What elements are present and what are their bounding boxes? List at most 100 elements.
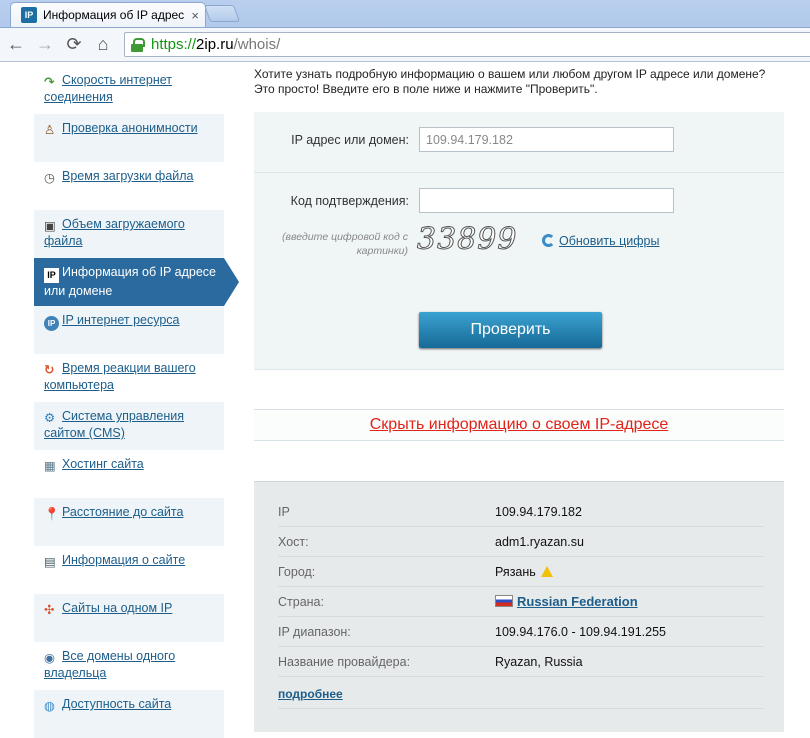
ip-globe-icon: IP (44, 316, 59, 331)
sidebar-item-download-time[interactable]: ◷ Время загрузки файла (34, 162, 224, 210)
refresh-icon (542, 234, 555, 247)
sidebar-item-label[interactable]: Проверка анонимности (62, 121, 198, 135)
russia-flag-icon (495, 595, 513, 607)
result-value: Рязань (495, 565, 536, 579)
sidebar-item-label: Информация об IP адресе или домене (44, 265, 216, 298)
sidebar-item-label[interactable]: Доступность сайта (62, 697, 171, 711)
result-key: Название провайдера: (278, 655, 411, 669)
hide-ip-link[interactable]: Скрыть информацию о своем IP-адресе (370, 416, 669, 433)
sidebar-item-availability[interactable]: ◍ Доступность сайта (34, 690, 224, 738)
more-details: подробнее (278, 687, 343, 701)
intro-line-2: Это просто! Введите его в поле ниже и на… (254, 82, 598, 96)
document-icon: ▤ (44, 555, 56, 569)
result-key: Хост: (278, 535, 309, 549)
reload-icon[interactable]: ⟳ (63, 33, 85, 55)
result-row-provider: Название провайдера: Ryazan, Russia (278, 647, 764, 677)
file-icon: ▣ (44, 219, 56, 233)
sidebar-item-speed[interactable]: ↷ Скорость интернет соединения (34, 66, 224, 114)
close-icon[interactable]: × (191, 8, 199, 23)
result-row-country: Страна: Russian Federation (278, 587, 764, 617)
result-key: Город: (278, 565, 316, 579)
sidebar-item-file-size[interactable]: ▣ Объем загружаемого файла (34, 210, 224, 258)
home-icon[interactable]: ⌂ (92, 33, 114, 55)
result-value: Ryazan, Russia (495, 655, 583, 669)
sidebar-item-label[interactable]: Скорость интернет соединения (44, 73, 172, 104)
refresh-digits-link[interactable]: Обновить цифры (542, 234, 659, 248)
sidebar-item-distance[interactable]: 📍 Расстояние до сайта (34, 498, 224, 546)
captcha-image: 33899 (416, 222, 518, 258)
sidebar-item-label[interactable]: Время реакции вашего компьютера (44, 361, 196, 392)
sidebar-item-label[interactable]: Информация о сайте (62, 553, 185, 567)
whois-form: IP адрес или домен: Код подтверждения: (… (254, 112, 784, 370)
form-divider (254, 172, 784, 173)
result-divider (278, 708, 764, 709)
sidebar-item-hosting[interactable]: ▦ Хостинг сайта (34, 450, 224, 498)
result-row-range: IP диапазон: 109.94.176.0 - 109.94.191.2… (278, 617, 764, 647)
more-details-link[interactable]: подробнее (278, 687, 343, 701)
code-field-label: Код подтверждения: (290, 194, 409, 208)
sidebar-item-owner-domains[interactable]: ◉ Все домены одного владельца (34, 642, 224, 690)
speed-arrow-icon: ↷ (44, 75, 55, 89)
back-icon[interactable]: ← (5, 33, 27, 55)
network-icon: ✣ (44, 603, 55, 617)
sidebar-item-anonymity[interactable]: ♙ Проверка анонимности (34, 114, 224, 162)
sidebar-item-label[interactable]: Все домены одного владельца (44, 649, 175, 680)
clock-icon: ◷ (44, 171, 55, 185)
warning-icon[interactable] (540, 566, 553, 577)
person-icon: ♙ (44, 123, 56, 137)
result-row-city: Город: Рязань (278, 557, 764, 587)
result-value-wrap: Russian Federation (495, 587, 638, 617)
result-key: IP (278, 505, 290, 519)
favicon-icon: IP (21, 7, 37, 23)
sidebar-item-cms[interactable]: ⚙ Система управления сайтом (CMS) (34, 402, 224, 450)
browser-toolbar: ← → ⟳ ⌂ https:// 2ip.ru /whois/ (0, 27, 810, 62)
captcha-input[interactable] (419, 188, 674, 213)
globe-user-icon: ◍ (44, 699, 55, 713)
gear-globe-icon: ⚙ (44, 411, 56, 425)
tab-bar: IP Информация об IP адрес × (0, 0, 810, 27)
check-button[interactable]: Проверить (419, 312, 602, 348)
lock-icon (131, 37, 145, 52)
intro-text: Хотите узнать подробную информацию о ваш… (254, 67, 794, 97)
intro-line-1: Хотите узнать подробную информацию о ваш… (254, 67, 766, 81)
browser-chrome: IP Информация об IP адрес × ← → ⟳ ⌂ http… (0, 0, 810, 62)
url-path: /whois/ (233, 36, 281, 53)
sidebar-item-same-ip[interactable]: ✣ Сайты на одном IP (34, 594, 224, 642)
sidebar-item-site-info[interactable]: ▤ Информация о сайте (34, 546, 224, 594)
sidebar-item-ip-info[interactable]: IP Информация об IP адресе или домене (34, 258, 239, 306)
forward-icon[interactable]: → (34, 33, 56, 55)
sidebar-item-label[interactable]: Объем загружаемого файла (44, 217, 185, 248)
result-row-ip: IP 109.94.179.182 (278, 497, 764, 527)
result-key: IP диапазон: (278, 625, 351, 639)
sidebar-item-ip-resource[interactable]: IP IP интернет ресурса (34, 306, 224, 354)
ip-input[interactable] (419, 127, 674, 152)
country-link[interactable]: Russian Federation (517, 594, 638, 609)
sidebar-item-label[interactable]: Сайты на одном IP (62, 601, 172, 615)
hide-ip-bar: Скрыть информацию о своем IP-адресе (254, 409, 784, 441)
browser-tab[interactable]: IP Информация об IP адрес × (10, 2, 206, 27)
refresh-colored-icon: ↻ (44, 363, 55, 377)
result-key: Страна: (278, 595, 324, 609)
url-host: 2ip.ru (196, 36, 234, 53)
sidebar-item-label[interactable]: Система управления сайтом (CMS) (44, 409, 184, 440)
sidebar-item-label[interactable]: Расстояние до сайта (62, 505, 183, 519)
sidebar-item-label[interactable]: Время загрузки файла (62, 169, 194, 183)
new-tab-button[interactable] (203, 5, 241, 22)
address-bar[interactable]: https:// 2ip.ru /whois/ (124, 32, 810, 57)
sidebar-item-reaction-time[interactable]: ↻ Время реакции вашего компьютера (34, 354, 224, 402)
sidebar-item-label[interactable]: IP интернет ресурса (62, 313, 180, 327)
grid-icon: ▦ (44, 459, 56, 473)
sidebar-nav: ↷ Скорость интернет соединения ♙ Проверка … (34, 66, 239, 738)
ip-icon: IP (44, 268, 59, 283)
sidebar-item-label[interactable]: Хостинг сайта (62, 457, 144, 471)
result-value: adm1.ryazan.su (495, 535, 584, 549)
tab-title: Информация об IP адрес (43, 8, 185, 22)
result-value-wrap: Рязань (495, 557, 553, 587)
map-pin-icon: 📍 (44, 507, 60, 521)
url-scheme: https:// (151, 36, 197, 53)
result-value: 109.94.179.182 (495, 505, 582, 519)
user-globe-icon: ◉ (44, 651, 55, 665)
result-row-host: Хост: adm1.ryazan.su (278, 527, 764, 557)
result-value: 109.94.176.0 - 109.94.191.255 (495, 625, 666, 639)
refresh-digits-label[interactable]: Обновить цифры (559, 234, 659, 248)
